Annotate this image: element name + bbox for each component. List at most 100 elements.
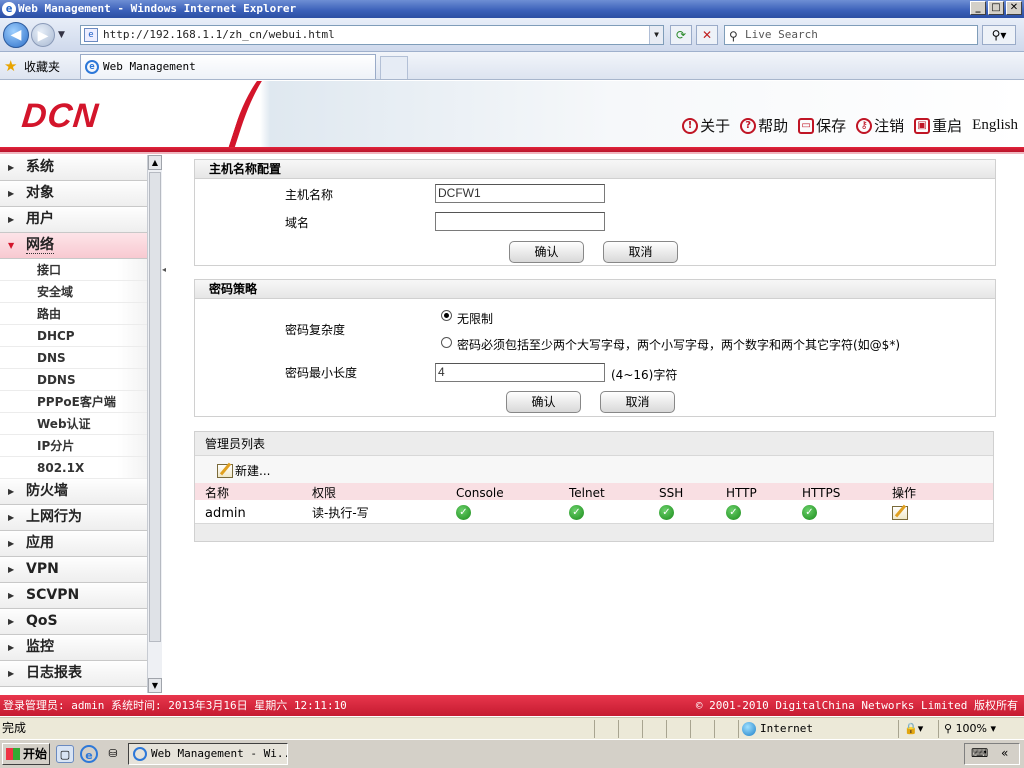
save-link[interactable]: ▭ 保存	[798, 115, 846, 136]
sidebar-item-application[interactable]: ▶ 应用	[0, 531, 147, 557]
refresh-icon[interactable]: ⟳	[670, 25, 692, 45]
language-link[interactable]: English	[972, 117, 1018, 134]
keyboard-icon[interactable]: ⌨	[971, 746, 988, 760]
sidebar-item-behavior[interactable]: ▶ 上网行为	[0, 505, 147, 531]
logout-link[interactable]: ⚷ 注销	[856, 115, 904, 136]
search-go-button[interactable]: ⚲▾	[982, 25, 1016, 45]
sidebar-item-label: 上网行为	[26, 509, 82, 525]
sidebar-item-objects[interactable]: ▶ 对象	[0, 181, 147, 207]
favorites-label[interactable]: 收藏夹	[24, 58, 60, 75]
quicklaunch-desktop-icon[interactable]: ▢	[56, 745, 74, 763]
zoom-control[interactable]: ⚲ 100% ▾	[944, 718, 996, 739]
sidebar-item-scvpn[interactable]: ▶ SCVPN	[0, 583, 147, 609]
sidebar-sub-dns[interactable]: DNS	[0, 347, 147, 369]
login-info: 登录管理员: admin 系统时间: 2013年3月16日 星期六 12:11:…	[3, 699, 347, 712]
start-button[interactable]: 开始	[2, 743, 50, 765]
col-operation: 操作	[892, 486, 917, 500]
hostname-input[interactable]: DCFW1	[435, 184, 605, 203]
sidebar-item-vpn[interactable]: ▶ VPN	[0, 557, 147, 583]
sidebar-item-logs[interactable]: ▶ 日志报表	[0, 661, 147, 687]
status-cell	[618, 720, 642, 738]
col-https: HTTPS	[802, 486, 841, 500]
status-cell	[666, 720, 690, 738]
sidebar-item-users[interactable]: ▶ 用户	[0, 207, 147, 233]
new-admin-button[interactable]: 新建...	[217, 462, 270, 479]
quicklaunch-app-icon[interactable]: ⛁	[104, 745, 122, 763]
status-cell	[594, 720, 618, 738]
stop-icon[interactable]: ✕	[696, 25, 718, 45]
logo-swoosh	[220, 81, 296, 149]
sidebar-sub-interface[interactable]: 接口	[0, 259, 147, 281]
sidebar-sub-ddns[interactable]: DDNS	[0, 369, 147, 391]
sidebar-item-firewall[interactable]: ▶ 防火墙	[0, 479, 147, 505]
taskbar: 开始 ▢ e ⛁ Web Management - Wi... ⌨ «	[0, 739, 1024, 768]
taskbar-ie-window[interactable]: Web Management - Wi...	[128, 743, 288, 765]
back-button[interactable]: ◀	[3, 22, 29, 48]
system-tray: ⌨ «	[964, 743, 1020, 765]
col-telnet: Telnet	[569, 486, 605, 500]
option-strict-label: 密码必须包括至少两个大写字母，两个小写字母，两个数字和两个其它字符(如@$*)	[457, 338, 901, 352]
col-http: HTTP	[726, 486, 757, 500]
new-tab-button[interactable]	[380, 56, 408, 79]
scroll-up-icon[interactable]: ▲	[148, 155, 162, 170]
sidebar-item-qos[interactable]: ▶ QoS	[0, 609, 147, 635]
hostname-cancel-button[interactable]: 取消	[603, 241, 678, 263]
sidebar-sub-zone[interactable]: 安全域	[0, 281, 147, 303]
sidebar-sub-pppoe[interactable]: PPPoE客户端	[0, 391, 147, 413]
page-icon: e	[84, 28, 98, 42]
help-link[interactable]: ? 帮助	[740, 115, 788, 136]
address-input[interactable]: e http://192.168.1.1/zh_cn/webui.html ▼	[80, 25, 664, 45]
search-placeholder: Live Search	[745, 28, 818, 41]
table-row: admin 读-执行-写 ✓ ✓ ✓ ✓ ✓	[195, 500, 993, 524]
radio-strict[interactable]	[441, 337, 452, 348]
scroll-thumb[interactable]	[149, 172, 161, 642]
quicklaunch-ie-icon[interactable]: e	[80, 745, 98, 763]
reboot-icon: ▣	[914, 117, 931, 134]
reboot-link[interactable]: ▣ 重启	[914, 115, 962, 136]
reboot-label: 重启	[932, 117, 963, 135]
min-length-input[interactable]: 4	[435, 363, 605, 382]
radio-unlimited[interactable]	[441, 310, 452, 321]
sidebar-item-system[interactable]: ▶ 系统	[0, 155, 147, 181]
sidebar-sub-ipfrag[interactable]: IP分片	[0, 435, 147, 457]
address-dropdown-icon[interactable]: ▼	[649, 26, 663, 44]
expand-arrow-icon: ▶	[8, 539, 15, 548]
sidebar-item-label: QoS	[26, 613, 58, 629]
hostname-ok-button[interactable]: 确认	[509, 241, 584, 263]
scroll-down-icon[interactable]: ▼	[148, 678, 162, 693]
sidebar-sub-webauth[interactable]: Web认证	[0, 413, 147, 435]
password-cancel-button[interactable]: 取消	[600, 391, 675, 413]
maximize-button[interactable]: □	[988, 1, 1004, 15]
minimize-button[interactable]: _	[970, 1, 986, 15]
history-dropdown-icon[interactable]: ▼	[58, 30, 65, 40]
task-ie-icon	[133, 747, 147, 761]
col-ssh: SSH	[659, 486, 684, 500]
browser-tab[interactable]: e Web Management	[80, 54, 376, 79]
protected-mode-icon[interactable]: 🔒▾	[904, 718, 923, 739]
close-button[interactable]: ✕	[1006, 1, 1022, 15]
sidebar-sub-8021x[interactable]: 802.1X	[0, 457, 147, 479]
start-label: 开始	[23, 747, 48, 761]
forward-button[interactable]: ▶	[31, 23, 55, 47]
sidebar-scrollbar[interactable]: ▲ ▼	[147, 155, 162, 693]
password-ok-button[interactable]: 确认	[506, 391, 581, 413]
sidebar-item-monitor[interactable]: ▶ 监控	[0, 635, 147, 661]
domain-input[interactable]	[435, 212, 605, 231]
sidebar-sub-dhcp[interactable]: DHCP	[0, 325, 147, 347]
tray-expand-icon[interactable]: «	[1001, 746, 1008, 760]
security-zone[interactable]: Internet	[742, 718, 813, 739]
hostname-panel: 主机名称配置 主机名称 DCFW1 域名 确认 取消	[194, 159, 996, 266]
main-content: 主机名称配置 主机名称 DCFW1 域名 确认 取消 密码策略 密码复杂度 无限…	[166, 155, 1024, 693]
copyright: © 2001-2010 DigitalChina Networks Limite…	[695, 699, 1018, 712]
expand-arrow-icon: ▶	[8, 163, 15, 172]
edit-admin-icon[interactable]	[892, 506, 908, 520]
about-link[interactable]: ! 关于	[682, 115, 730, 136]
search-input[interactable]: ⚲ Live Search	[724, 25, 978, 45]
col-console: Console	[456, 486, 504, 500]
domain-label: 域名	[285, 216, 310, 230]
sidebar-item-label: 系统	[26, 159, 54, 175]
sidebar-item-network[interactable]: ▼ 网络	[0, 233, 147, 259]
sidebar-sub-route[interactable]: 路由	[0, 303, 147, 325]
favorites-star-icon[interactable]: ★	[4, 57, 17, 75]
info-icon: !	[682, 117, 699, 134]
